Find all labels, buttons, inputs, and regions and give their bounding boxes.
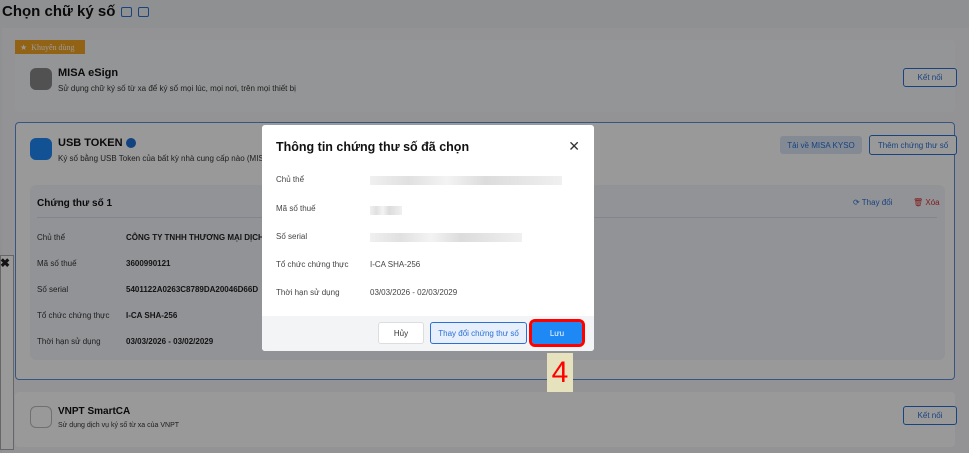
dialog-value: 03/03/2026 - 02/03/2029 <box>370 288 458 297</box>
certificate-info-dialog: Thông tin chứng thư số đã chọn ✕ Chủ thể… <box>262 125 594 351</box>
dialog-label: Thời hạn sử dụng <box>276 288 340 297</box>
redacted-value <box>370 233 522 242</box>
redacted-value <box>370 206 402 215</box>
save-button[interactable]: Lưu <box>529 319 585 347</box>
dialog-value: I-CA SHA-256 <box>370 260 421 269</box>
redacted-value <box>370 176 562 185</box>
dialog-label: Số serial <box>276 232 308 241</box>
dialog-label: Mã số thuế <box>276 204 316 213</box>
dialog-title: Thông tin chứng thư số đã chọn <box>276 140 470 154</box>
dialog-label: Chủ thể <box>276 175 305 184</box>
cancel-button[interactable]: Hủy <box>378 322 424 344</box>
close-icon[interactable]: ✕ <box>568 138 580 155</box>
step-number-label: 4 <box>547 353 573 392</box>
dialog-label: Tổ chức chứng thực <box>276 260 349 269</box>
change-certificate-button[interactable]: Thay đổi chứng thư số <box>430 322 527 344</box>
